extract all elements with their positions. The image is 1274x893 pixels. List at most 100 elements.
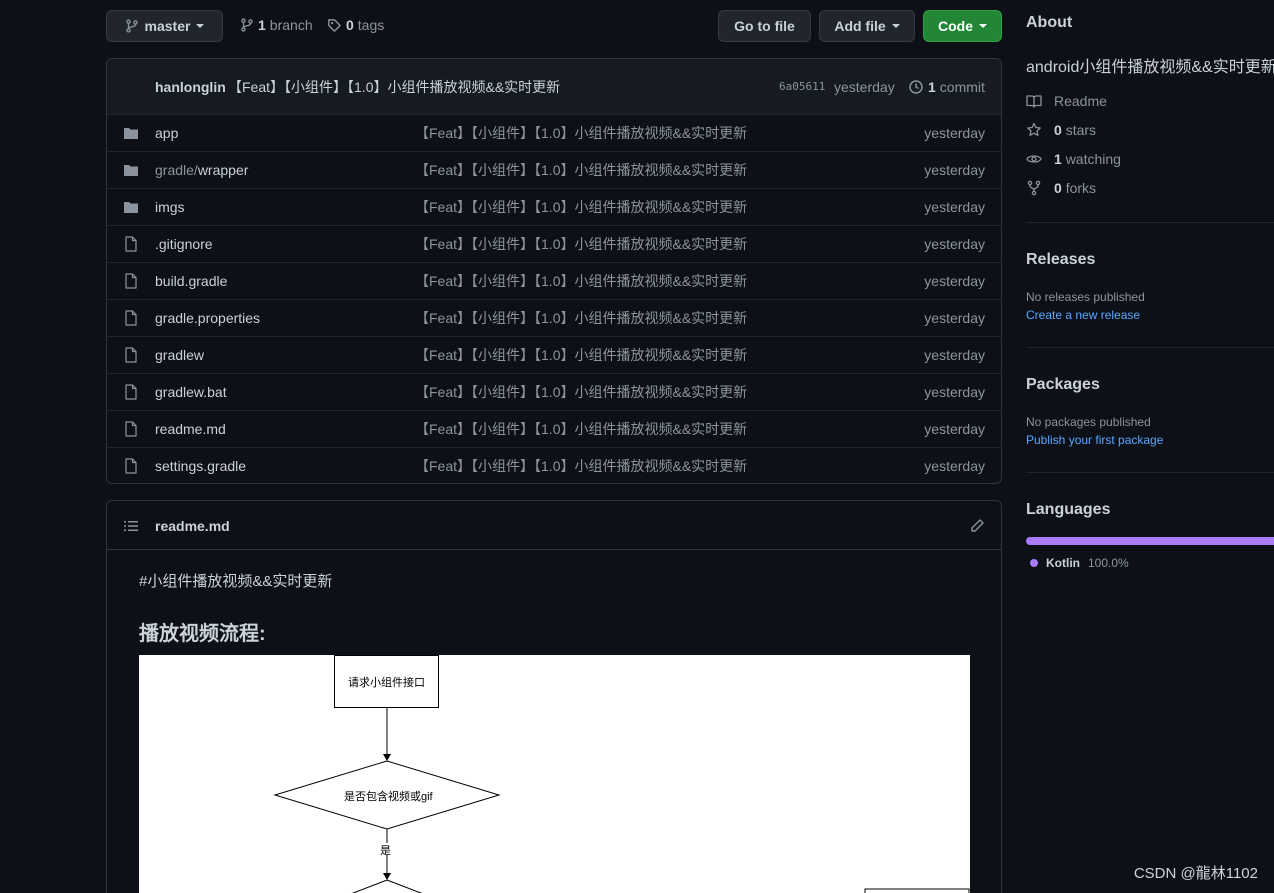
branches-link[interactable]: 1 branch [240,17,313,33]
create-release-link[interactable]: Create a new release [1026,308,1140,322]
chevron-down-icon [891,24,900,28]
file-name-link[interactable]: gradle.properties [155,310,260,326]
file-icon [123,310,139,326]
file-row[interactable]: build.gradle 【Feat】【小组件】【1.0】小组件播放视频&&实时更… [107,262,1001,299]
file-name-link[interactable]: app [155,125,178,141]
file-name-link[interactable]: gradlew.bat [155,384,227,400]
stars-count: 0 [1054,122,1062,138]
language-bar [1026,537,1274,545]
readme-link[interactable]: Readme [1026,93,1107,109]
file-commit-time: yesterday [924,236,985,252]
file-name-link[interactable]: .gitignore [155,236,213,252]
file-row[interactable]: gradlew 【Feat】【小组件】【1.0】小组件播放视频&&实时更新 yest… [107,336,1001,373]
file-commit-message[interactable]: 【Feat】【小组件】【1.0】小组件播放视频&&实时更新 [415,308,747,328]
file-commit-message[interactable]: 【Feat】【小组件】【1.0】小组件播放视频&&实时更新 [415,382,747,402]
stars-link[interactable]: 0 stars [1026,122,1096,138]
releases-title[interactable]: Releases [1026,251,1095,269]
file-commit-message[interactable]: 【Feat】【小组件】【1.0】小组件播放视频&&实时更新 [415,456,747,476]
packages-title[interactable]: Packages [1026,376,1100,394]
chevron-down-icon [979,24,987,28]
repo-description: android小组件播放视频&&实时更新 [1026,59,1274,76]
about-title: About [1026,14,1073,31]
language-item-kotlin[interactable]: Kotlin 100.0% [1030,556,1129,570]
commit-sha[interactable]: 6a05611 [779,80,825,93]
file-commit-time: yesterday [924,199,985,215]
file-icon [123,236,139,252]
file-commit-time: yesterday [924,458,985,474]
list-icon[interactable] [123,518,139,534]
file-icon [123,347,139,363]
divider [1026,222,1274,223]
packages-empty: No packages published [1026,415,1151,429]
file-row[interactable]: imgs 【Feat】【小组件】【1.0】小组件播放视频&&实时更新 yesterd… [107,188,1001,225]
file-name-link[interactable]: settings.gradle [155,458,246,474]
watching-link[interactable]: 1 watching [1026,151,1121,167]
commit-time: yesterday [834,78,895,95]
branch-select-button[interactable]: master [106,10,223,42]
publish-package-link[interactable]: Publish your first package [1026,433,1163,447]
file-row[interactable]: gradle.properties 【Feat】【小组件】【1.0】小组件播放视频… [107,299,1001,336]
flow-yes-label: 是 [380,845,391,857]
languages-title: Languages [1026,501,1111,518]
file-name: wrapper [197,162,249,178]
latest-commit-bar: hanlonglin 【Feat】【小组件】【1.0】小组件播放视频&&实时更新… [107,59,1001,114]
file-name-link[interactable]: gradle/wrapper [155,162,248,178]
forks-count: 0 [1054,180,1062,196]
file-row[interactable]: app 【Feat】【小组件】【1.0】小组件播放视频&&实时更新 yesterda… [107,114,1001,151]
forks-link[interactable]: 0 forks [1026,180,1096,196]
releases-empty: No releases published [1026,290,1145,304]
commit-count-label: commit [939,78,985,95]
file-row[interactable]: settings.gradle 【Feat】【小组件】【1.0】小组件播放视频&&… [107,447,1001,483]
file-commit-time: yesterday [924,162,985,178]
folder-icon [123,125,139,141]
file-name-link[interactable]: readme.md [155,421,226,437]
folder-icon [123,199,139,215]
file-commit-message[interactable]: 【Feat】【小组件】【1.0】小组件播放视频&&实时更新 [415,271,747,291]
file-name: settings.gradle [155,458,247,474]
tag-count: 0 [346,17,354,33]
file-name: gradle.properties [155,310,261,326]
file-commit-message[interactable]: 【Feat】【小组件】【1.0】小组件播放视频&&实时更新 [415,234,747,254]
add-file-button[interactable]: Add file [819,10,915,42]
file-commit-message[interactable]: 【Feat】【小组件】【1.0】小组件播放视频&&实时更新 [415,160,747,180]
readme-header: readme.md [107,501,1001,550]
tags-link[interactable]: 0 tags [327,17,384,33]
file-row[interactable]: .gitignore 【Feat】【小组件】【1.0】小组件播放视频&&实时更新 y… [107,225,1001,262]
file-row[interactable]: gradle/wrapper 【Feat】【小组件】【1.0】小组件播放视频&&实… [107,151,1001,188]
file-name-link[interactable]: gradlew [155,347,204,363]
file-commit-time: yesterday [924,347,985,363]
file-commit-time: yesterday [924,310,985,326]
file-commit-time: yesterday [924,273,985,289]
file-icon [123,458,139,474]
file-browser: hanlonglin 【Feat】【小组件】【1.0】小组件播放视频&&实时更新… [106,58,1002,484]
file-commit-message[interactable]: 【Feat】【小组件】【1.0】小组件播放视频&&实时更新 [415,419,747,439]
commit-count: 1 [928,78,936,95]
file-row[interactable]: gradlew.bat 【Feat】【小组件】【1.0】小组件播放视频&&实时更新… [107,373,1001,410]
divider [1026,472,1274,473]
go-to-file-label: Go to file [734,18,795,34]
pencil-icon[interactable] [969,518,985,534]
code-button[interactable]: Code [923,10,1002,42]
file-name-link[interactable]: imgs [155,199,185,215]
file-icon [123,273,139,289]
file-commit-message[interactable]: 【Feat】【小组件】【1.0】小组件播放视频&&实时更新 [415,197,747,217]
readme-filename[interactable]: readme.md [155,518,230,534]
forks-label: forks [1065,180,1097,196]
flowchart-image: 请求小组件接口 是否包含视频或gif 是 [139,655,970,893]
commits-link[interactable]: 1 commit [908,79,985,95]
watching-label: watching [1065,151,1121,167]
language-bar-kotlin [1026,537,1274,545]
commit-author[interactable]: hanlonglin [155,79,226,95]
file-commit-message[interactable]: 【Feat】【小组件】【1.0】小组件播放视频&&实时更新 [415,345,747,365]
readme-heading: 播放视频流程: [139,623,266,645]
file-commit-time: yesterday [924,125,985,141]
commit-message[interactable]: 【Feat】【小组件】【1.0】小组件播放视频&&实时更新 [228,77,560,97]
file-name-link[interactable]: build.gradle [155,273,227,289]
branch-count: 1 [258,17,266,33]
file-name-prefix: gradle/ [155,162,198,178]
file-commit-message[interactable]: 【Feat】【小组件】【1.0】小组件播放视频&&实时更新 [415,123,747,143]
file-name: gradlew [155,347,205,363]
file-row[interactable]: readme.md 【Feat】【小组件】【1.0】小组件播放视频&&实时更新 ye… [107,410,1001,447]
readme-link-label: Readme [1054,93,1107,109]
go-to-file-button[interactable]: Go to file [718,10,811,42]
